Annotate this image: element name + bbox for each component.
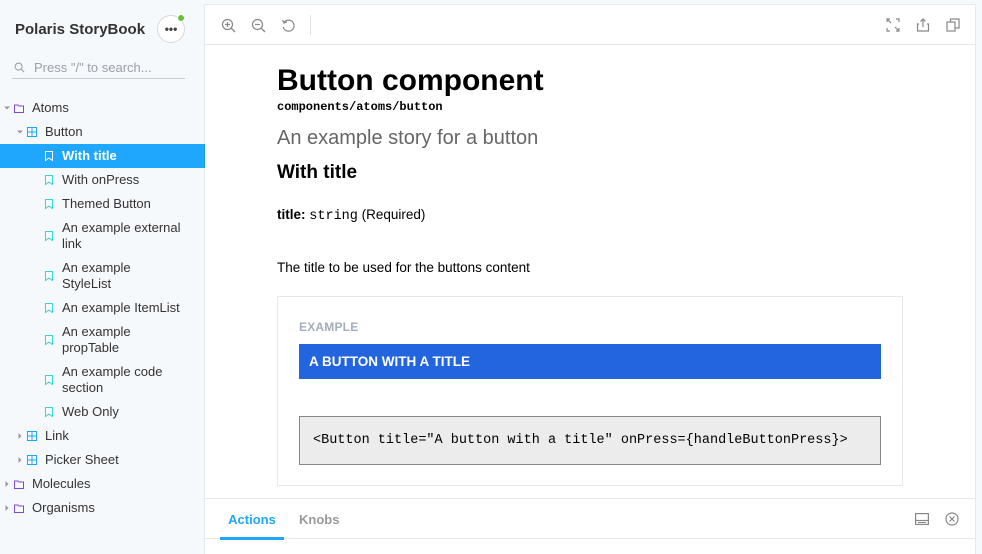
tree-label: Molecules [32,476,91,491]
tab-actions[interactable]: Actions [220,499,284,540]
page-title: Button component [277,64,544,97]
tree-story-external-link[interactable]: An example external link [0,216,205,256]
component-icon [25,452,39,468]
tree-label: An example code section [62,364,163,395]
sidebar: Polaris StoryBook ••• Atoms Button With … [0,0,205,554]
page-subtitle: An example story for a button [277,127,539,149]
share-icon[interactable] [913,15,933,35]
tab-knobs[interactable]: Knobs [299,499,339,539]
tree-label: With title [62,148,117,163]
zoom-out-icon[interactable] [248,15,268,35]
chevron-right-icon [15,452,25,468]
story-heading: With title [277,162,358,183]
chevron-down-icon [15,124,25,140]
tree-story-with-title[interactable]: With title [0,144,205,168]
folder-icon [12,100,26,116]
tree-label: Atoms [32,100,69,115]
tree-label: An example propTable [62,324,131,355]
tree-component-picker-sheet[interactable]: Picker Sheet [0,448,205,472]
tree-folder-molecules[interactable]: Molecules [0,472,205,496]
bookmark-icon [42,404,56,420]
addons-tabbar: Actions Knobs [205,499,975,540]
tree-story-web-only[interactable]: Web Only [0,400,205,424]
tree-component-button[interactable]: Button [0,120,205,144]
bookmark-icon [42,332,56,348]
tree-label: An example external link [62,220,181,251]
prop-definition: title: string (Required) [277,207,425,224]
tree-label: Picker Sheet [45,452,119,467]
tree-label: Link [45,428,69,443]
chevron-right-icon [2,500,12,516]
code-snippet: <Button title="A button with a title" on… [299,416,881,465]
close-panel-icon[interactable] [944,511,960,527]
preview-panel: Button component components/atoms/button… [205,5,975,554]
zoom-in-icon[interactable] [218,15,238,35]
chevron-right-icon [2,476,12,492]
panel-orientation-icon[interactable] [914,511,930,527]
chevron-down-icon [2,100,12,116]
prop-required: (Required) [361,207,426,222]
fullscreen-icon[interactable] [883,15,903,35]
bookmark-icon [42,228,56,244]
story-tree: Atoms Button With title With onPress The… [0,96,205,520]
tree-label: Organisms [32,500,95,515]
bookmark-icon [42,268,56,284]
bookmark-icon [42,148,56,164]
prop-type: string [309,209,358,224]
example-label: EXAMPLE [299,320,359,334]
tree-label: Web Only [62,404,119,419]
tree-story-proptable[interactable]: An example propTable [0,320,205,360]
tree-label: An example ItemList [62,300,180,315]
tree-story-itemlist[interactable]: An example ItemList [0,296,205,320]
copy-link-icon[interactable] [943,15,963,35]
zoom-reset-icon[interactable] [278,15,298,35]
tree-story-code-section[interactable]: An example code section [0,360,205,400]
tree-folder-atoms[interactable]: Atoms [0,96,205,120]
addons-panel: Actions Knobs [205,498,975,554]
prop-description: The title to be used for the buttons con… [277,260,530,275]
folder-icon [12,500,26,516]
brand-title[interactable]: Polaris StoryBook [15,21,145,38]
tree-label: Button [45,124,83,139]
prop-name: title: [277,207,306,222]
bookmark-icon [42,300,56,316]
tree-component-link[interactable]: Link [0,424,205,448]
component-icon [25,124,39,140]
preview-toolbar [205,5,975,45]
tree-label: Themed Button [62,196,151,211]
notification-dot [177,14,185,22]
tree-folder-organisms[interactable]: Organisms [0,496,205,520]
tree-label: With onPress [62,172,140,187]
search-icon [12,62,32,73]
component-path: components/atoms/button [277,100,443,114]
bookmark-icon [42,372,56,388]
folder-icon [12,476,26,492]
tree-label: An example StyleList [62,260,131,291]
tree-story-with-onpress[interactable]: With onPress [0,168,205,192]
example-button[interactable]: A BUTTON WITH A TITLE [299,344,881,379]
search-field[interactable] [12,57,185,79]
bookmark-icon [42,196,56,212]
bookmark-icon [42,172,56,188]
tree-story-themed-button[interactable]: Themed Button [0,192,205,216]
component-icon [25,428,39,444]
chevron-right-icon [15,428,25,444]
search-input[interactable] [32,60,182,75]
tree-story-stylelist[interactable]: An example StyleList [0,256,205,296]
example-section: EXAMPLE A BUTTON WITH A TITLE <Button ti… [277,296,903,486]
toolbar-divider [310,15,311,35]
